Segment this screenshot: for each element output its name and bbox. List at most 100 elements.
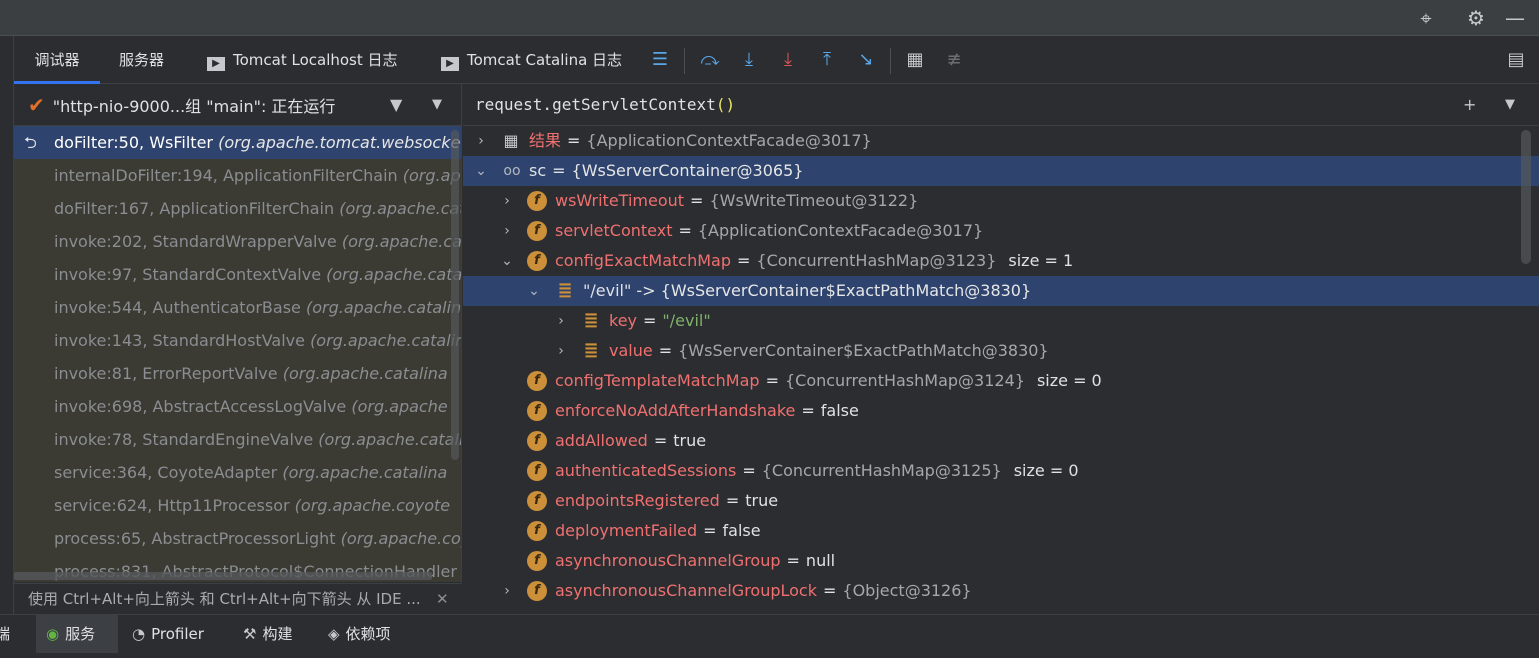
variable-row[interactable]: › f wsWriteTimeout = {WsWriteTimeout@3122} <box>463 186 1539 216</box>
stack-frame[interactable]: invoke:97, StandardContextValve (org.apa… <box>14 258 461 291</box>
variable-row[interactable]: › f asynchronousChannelGroupLock = {Object@3… <box>463 576 1539 606</box>
variable-name: 结果 <box>529 131 562 150</box>
stack-frame[interactable]: invoke:544, AuthenticatorBase (org.apach… <box>14 291 461 324</box>
variable-text: key = "/evil" <box>609 306 711 336</box>
thread-label: "http-nio-9000...组 "main": 正在运行 <box>52 97 336 116</box>
stack-frame[interactable]: service:364, CoyoteAdapter (org.apache.c… <box>14 456 461 489</box>
variable-row[interactable]: f deploymentFailed = false <box>463 516 1539 546</box>
filter-icon[interactable]: ▼ <box>390 84 402 126</box>
tab-label: Tomcat Catalina 日志 <box>467 51 623 69</box>
stack-frame[interactable]: invoke:143, StandardHostValve (org.apach… <box>14 324 461 357</box>
console-icon: ▶ <box>441 57 459 71</box>
chevron-down-icon[interactable]: ▼ <box>432 84 442 126</box>
variable-value: true <box>673 431 707 450</box>
stack-frame[interactable]: ⮌ doFilter:50, WsFilter (org.apache.tomca… <box>14 126 461 159</box>
variable-text: 结果 = {ApplicationContextFacade@3017} <box>529 126 872 156</box>
variable-row[interactable]: ⌄ f configExactMatchMap = {ConcurrentHashMap… <box>463 246 1539 276</box>
vertical-scrollbar[interactable] <box>451 130 459 460</box>
variables-panel: request.getServletContext() + ▼ › ▦ 结果 = {Ap… <box>463 84 1539 614</box>
variable-name: servletContext <box>555 221 673 240</box>
variable-row[interactable]: › ≣ value = {WsServerContainer$ExactPathMatc… <box>463 336 1539 366</box>
toolbar-separator <box>684 48 685 74</box>
variable-text: servletContext = {ApplicationContextFacade… <box>555 216 983 246</box>
variable-value: false <box>820 401 859 420</box>
tool-services[interactable]: ◉ 服务 <box>36 615 118 653</box>
field-icon: f <box>527 251 547 271</box>
equals-sign: = <box>703 521 717 540</box>
frame-method: service:364, CoyoteAdapter <box>54 463 278 482</box>
layout-icon[interactable]: ▤ <box>1504 48 1528 72</box>
expression-field[interactable]: request.getServletContext() + ▼ <box>463 84 1539 126</box>
chevron-down-icon[interactable]: ⌄ <box>473 156 489 186</box>
run-to-cursor-icon[interactable]: ↘ <box>854 48 878 72</box>
tab-label: 服务器 <box>119 51 165 69</box>
variable-row[interactable]: f configTemplateMatchMap = {ConcurrentHashM… <box>463 366 1539 396</box>
tab-tomcat-localhost-log[interactable]: ▶ Tomcat Localhost 日志 <box>207 36 398 84</box>
variable-value: null <box>805 551 836 570</box>
menu-icon[interactable]: ☰ <box>648 48 672 72</box>
add-watch-icon[interactable]: + <box>1463 84 1476 126</box>
tool-dependencies[interactable]: ◈ 依赖项 <box>328 615 391 653</box>
chevron-right-icon[interactable]: › <box>553 336 569 366</box>
vertical-scrollbar[interactable] <box>1521 130 1531 264</box>
stack-frame[interactable]: doFilter:167, ApplicationFilterChain (or… <box>14 192 461 225</box>
tab-debugger[interactable]: 调试器 <box>14 36 100 84</box>
variable-row[interactable]: f endpointsRegistered = true <box>463 486 1539 516</box>
gear-icon[interactable]: ⚙ <box>1464 6 1488 30</box>
chevron-right-icon[interactable]: › <box>499 186 515 216</box>
variable-text: addAllowed = true <box>555 426 706 456</box>
variable-row[interactable]: f addAllowed = true <box>463 426 1539 456</box>
chevron-down-icon[interactable]: ⌄ <box>526 276 542 306</box>
tab-server[interactable]: 服务器 <box>119 36 164 84</box>
thread-selector[interactable]: ✔ "http-nio-9000...组 "main": 正在运行 ▼ ▼ <box>14 84 461 126</box>
horizontal-scrollbar[interactable] <box>14 572 432 580</box>
variable-row[interactable]: f asynchronousChannelGroup = null <box>463 546 1539 576</box>
variable-name: asynchronousChannelGroupLock <box>555 581 817 600</box>
stack-frame[interactable]: process:65, AbstractProcessorLight (org.… <box>14 522 461 555</box>
force-step-into-icon[interactable]: ⤓ <box>776 48 800 72</box>
return-icon: ⮌ <box>24 133 37 152</box>
chevron-down-icon[interactable]: ⌄ <box>499 246 515 276</box>
frame-class: (org.apache.catalina <box>341 232 461 251</box>
chevron-right-icon[interactable]: › <box>499 216 515 246</box>
variable-row[interactable]: f authenticatedSessions = {ConcurrentHashMa… <box>463 456 1539 486</box>
frame-method: invoke:143, StandardHostValve <box>54 331 305 350</box>
tool-label: 服务 <box>65 625 96 643</box>
stack-frame[interactable]: invoke:81, ErrorReportValve (org.apache.… <box>14 357 461 390</box>
stack-frame[interactable]: invoke:202, StandardWrapperValve (org.ap… <box>14 225 461 258</box>
step-into-icon[interactable]: ⤓ <box>737 48 761 72</box>
tab-tomcat-catalina-log[interactable]: ▶ Tomcat Catalina 日志 <box>441 36 622 84</box>
field-icon: f <box>527 221 547 241</box>
stack-frame[interactable]: invoke:698, AbstractAccessLogValve (org.… <box>14 390 461 423</box>
step-out-icon[interactable]: ⤒ <box>815 48 839 72</box>
frame-class: (org.apache.catalina <box>282 364 448 383</box>
stack-frame[interactable]: service:624, Http11Processor (org.apache… <box>14 489 461 522</box>
evaluate-icon[interactable]: ▦ <box>903 48 927 72</box>
frame-class: (org.apache.catalina <box>310 331 462 350</box>
tool-terminal[interactable]: 终端 <box>0 615 10 653</box>
tool-profiler[interactable]: ◔ Profiler <box>132 615 204 653</box>
variable-row[interactable]: ⌄ oo sc = {WsServerContainer@3065} <box>463 156 1539 186</box>
crosshair-icon[interactable]: ⌖ <box>1414 6 1438 30</box>
variable-value: {ApplicationContextFacade@3017} <box>697 221 984 240</box>
trace-icon[interactable]: ≢ <box>942 48 966 72</box>
table-icon: ▦ <box>503 131 519 150</box>
chevron-down-icon[interactable]: ▼ <box>1505 84 1515 126</box>
variable-row[interactable]: › ≣ key = "/evil" <box>463 306 1539 336</box>
chevron-right-icon[interactable]: › <box>473 126 489 156</box>
variable-row[interactable]: › f servletContext = {ApplicationContextFaca… <box>463 216 1539 246</box>
map-entry-icon: ≣ <box>583 340 599 361</box>
variable-row[interactable]: › ▦ 结果 = {ApplicationContextFacade@3017} <box>463 126 1539 156</box>
tool-build[interactable]: ⚒ 构建 <box>243 615 292 653</box>
chevron-right-icon[interactable]: › <box>553 306 569 336</box>
variable-row[interactable]: f enforceNoAddAfterHandshake = false <box>463 396 1539 426</box>
step-over-icon[interactable]: ⤼ <box>698 48 722 72</box>
chevron-right-icon[interactable]: › <box>499 576 515 606</box>
minimize-icon[interactable]: — <box>1503 6 1527 30</box>
close-icon[interactable]: ✕ <box>436 584 449 615</box>
stack-frame[interactable]: invoke:78, StandardEngineValve (org.apac… <box>14 423 461 456</box>
variable-text: value = {WsServerContainer$ExactPathMatch@… <box>609 336 1049 366</box>
variable-row[interactable]: ⌄ ≣ "/evil" -> {WsServerContainer$ExactPat… <box>463 276 1539 306</box>
hammer-icon: ⚒ <box>243 625 257 643</box>
stack-frame[interactable]: internalDoFilter:194, ApplicationFilterC… <box>14 159 461 192</box>
